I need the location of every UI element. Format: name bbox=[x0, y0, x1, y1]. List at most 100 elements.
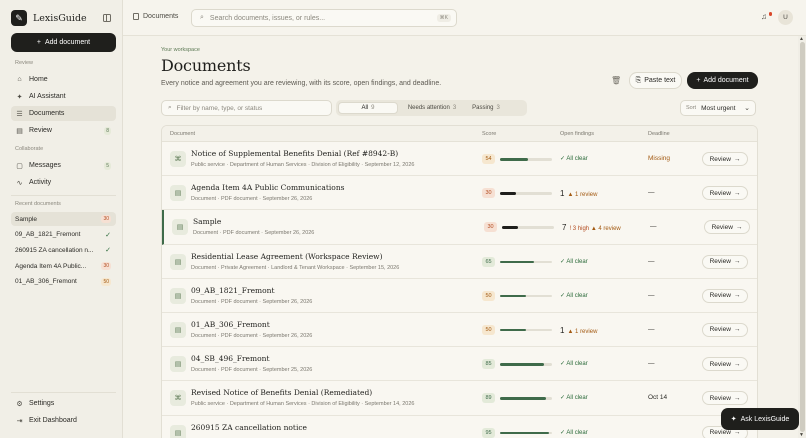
document-title[interactable]: Agenda Item 4A Public Communications bbox=[191, 183, 345, 192]
deadline: — bbox=[648, 360, 655, 368]
review-button-label: Review bbox=[709, 189, 731, 197]
document-title[interactable]: Residential Lease Agreement (Workspace R… bbox=[191, 252, 383, 261]
document-title[interactable]: 04_SB_496_Fremont bbox=[191, 354, 269, 363]
tab-label: Passing bbox=[472, 105, 494, 111]
review-button[interactable]: Review → bbox=[704, 220, 750, 235]
count-badge: 8 bbox=[104, 126, 111, 135]
score-badge: 95 bbox=[482, 427, 495, 438]
breadcrumb[interactable]: Documents bbox=[133, 13, 178, 20]
document-title[interactable]: 01_AB_306_Fremont bbox=[191, 320, 270, 329]
column-header-findings[interactable]: Open findings bbox=[560, 131, 594, 137]
document-type-icon: ⌘ bbox=[170, 390, 186, 407]
score-bar bbox=[500, 192, 552, 195]
trash-icon[interactable]: 🗑 bbox=[611, 76, 621, 85]
recent-document-item[interactable]: 260915 ZA cancellation n... ✓ bbox=[11, 243, 116, 257]
score-bar bbox=[502, 226, 554, 229]
open-findings: 1 ▲ 1 review bbox=[560, 326, 597, 335]
tab-count: 3 bbox=[452, 105, 457, 111]
all-clear-status: ✓ All clear bbox=[560, 361, 588, 368]
review-button[interactable]: Review → bbox=[702, 357, 748, 372]
brand[interactable]: ✎ LexisGuide bbox=[11, 10, 87, 26]
table-row[interactable]: ▤ Agenda Item 4A Public Communications Doc… bbox=[162, 176, 757, 211]
document-title[interactable]: Sample bbox=[193, 217, 221, 226]
table-row[interactable]: ▤ Sample Document · PDF document · Septemb… bbox=[162, 210, 757, 245]
bell-icon[interactable]: ♫ bbox=[761, 12, 772, 23]
score-badge: 30 bbox=[101, 262, 111, 271]
tab-label: All bbox=[361, 105, 369, 111]
sidebar-item-activity[interactable]: ∿ Activity bbox=[11, 175, 116, 190]
open-findings: ✓ All clear bbox=[560, 394, 588, 401]
collapse-sidebar-icon[interactable] bbox=[103, 14, 111, 22]
avatar[interactable]: U bbox=[778, 10, 793, 25]
score-bar-fill bbox=[500, 328, 526, 332]
tab-all[interactable]: All 9 bbox=[338, 102, 398, 114]
table-row[interactable]: ▤ 01_AB_306_Fremont Document · PDF documen… bbox=[162, 313, 757, 348]
all-clear-status: ✓ All clear bbox=[560, 395, 588, 402]
ask-assistant-button[interactable]: ✦ Ask LexisGuide bbox=[721, 408, 799, 430]
clipboard-icon: ⎘ bbox=[635, 76, 642, 84]
score-bar-fill bbox=[500, 431, 550, 434]
document-type-icon: ▤ bbox=[170, 356, 186, 373]
table-row[interactable]: ▤ 260915 ZA cancellation notice 95 ✓ All cl… bbox=[162, 416, 757, 438]
table-row[interactable]: ⌘ Revised Notice of Benefits Denial (Reme… bbox=[162, 381, 757, 416]
tab-passing[interactable]: Passing 3 bbox=[466, 102, 506, 114]
table-row[interactable]: ▤ 09_AB_1821_Fremont Document · PDF docume… bbox=[162, 279, 757, 313]
recent-document-item[interactable]: Agenda Item 4A Public... 30 bbox=[11, 259, 116, 273]
check-icon: ✓ bbox=[105, 247, 111, 255]
recent-document-item[interactable]: Sample 30 bbox=[11, 212, 116, 226]
sidebar-item-settings[interactable]: ⚙ Settings bbox=[11, 396, 116, 411]
review-button[interactable]: Review → bbox=[702, 288, 748, 303]
paste-text-button[interactable]: ⎘ Paste text bbox=[629, 72, 682, 89]
document-title[interactable]: Revised Notice of Benefits Denial (Remed… bbox=[191, 388, 372, 397]
sidebar-item-review[interactable]: ▤ Review 8 bbox=[11, 123, 116, 138]
add-document-label: Add document bbox=[703, 77, 749, 84]
column-header-score[interactable]: Score bbox=[482, 131, 496, 137]
score-badge: 30 bbox=[482, 188, 495, 199]
column-header-deadline[interactable]: Deadline bbox=[648, 131, 670, 137]
sidebar-add-document-button[interactable]: + Add document bbox=[11, 33, 116, 52]
review-button[interactable]: Review → bbox=[702, 152, 748, 166]
sidebar-item-label: Activity bbox=[29, 179, 52, 186]
document-title[interactable]: Notice of Supplemental Benefits Denial (… bbox=[191, 149, 398, 158]
filter-input[interactable]: ⌕ Filter by name, type, or status bbox=[161, 100, 332, 116]
deadline: — bbox=[650, 223, 657, 231]
sidebar-item-label: Messages bbox=[29, 162, 61, 169]
review-button[interactable]: Review → bbox=[702, 186, 748, 201]
review-button[interactable]: Review → bbox=[702, 254, 748, 269]
review-button[interactable]: Review → bbox=[702, 391, 748, 406]
table-row[interactable]: ⌘ Notice of Supplemental Benefits Denial … bbox=[162, 142, 757, 177]
arrow-right-icon: → bbox=[733, 429, 741, 436]
recent-document-label: Agenda Item 4A Public... bbox=[15, 262, 87, 270]
review-button[interactable]: Review → bbox=[702, 322, 748, 337]
document-title[interactable]: 260915 ZA cancellation notice bbox=[191, 423, 307, 432]
table-row[interactable]: ▤ 04_SB_496_Fremont Document · PDF documen… bbox=[162, 347, 757, 382]
score-bar-fill bbox=[500, 192, 516, 195]
score-badge: 54 bbox=[482, 154, 495, 164]
score-badge: 85 bbox=[482, 359, 495, 370]
scrollbar[interactable]: ▲ ▼ bbox=[798, 36, 806, 438]
sidebar-item-ai-assistant[interactable]: ✦ AI Assistant bbox=[11, 89, 116, 104]
add-document-button[interactable]: + Add document bbox=[687, 72, 758, 89]
arrow-right-icon: → bbox=[733, 292, 741, 300]
tab-needs-attention[interactable]: Needs attention 3 bbox=[400, 102, 464, 114]
recent-document-item[interactable]: 09_AB_1821_Fremont ✓ bbox=[11, 228, 116, 242]
ask-assistant-label: Ask LexisGuide bbox=[740, 415, 790, 423]
scroll-thumb[interactable] bbox=[799, 42, 805, 432]
sidebar-item-messages[interactable]: ▢ Messages 5 bbox=[11, 158, 116, 173]
review-button-label: Review bbox=[709, 326, 731, 334]
scroll-down-icon[interactable]: ▼ bbox=[799, 432, 804, 438]
document-title[interactable]: 09_AB_1821_Fremont bbox=[191, 286, 275, 295]
column-header-document[interactable]: Document bbox=[170, 131, 195, 137]
arrow-right-icon: → bbox=[733, 394, 741, 402]
deadline: — bbox=[648, 325, 655, 333]
table-row[interactable]: ▤ Residential Lease Agreement (Workspace … bbox=[162, 245, 757, 279]
sort-select[interactable]: Sort Most urgent ⌄ bbox=[680, 100, 756, 116]
sidebar-item-home[interactable]: ⌂ Home bbox=[11, 72, 116, 87]
search-input[interactable]: ⌕ Search documents, issues, or rules... … bbox=[191, 9, 457, 27]
recent-document-item[interactable]: 01_AB_306_Fremont 50 bbox=[11, 275, 116, 289]
sidebar-item-documents[interactable]: ☰ Documents bbox=[11, 106, 116, 121]
sidebar-item-exit-dashboard[interactable]: ⇥ Exit Dashboard bbox=[11, 413, 116, 428]
document-type-icon: ▤ bbox=[170, 185, 186, 202]
score-badge: 30 bbox=[101, 215, 111, 223]
deadline: — bbox=[648, 291, 655, 299]
